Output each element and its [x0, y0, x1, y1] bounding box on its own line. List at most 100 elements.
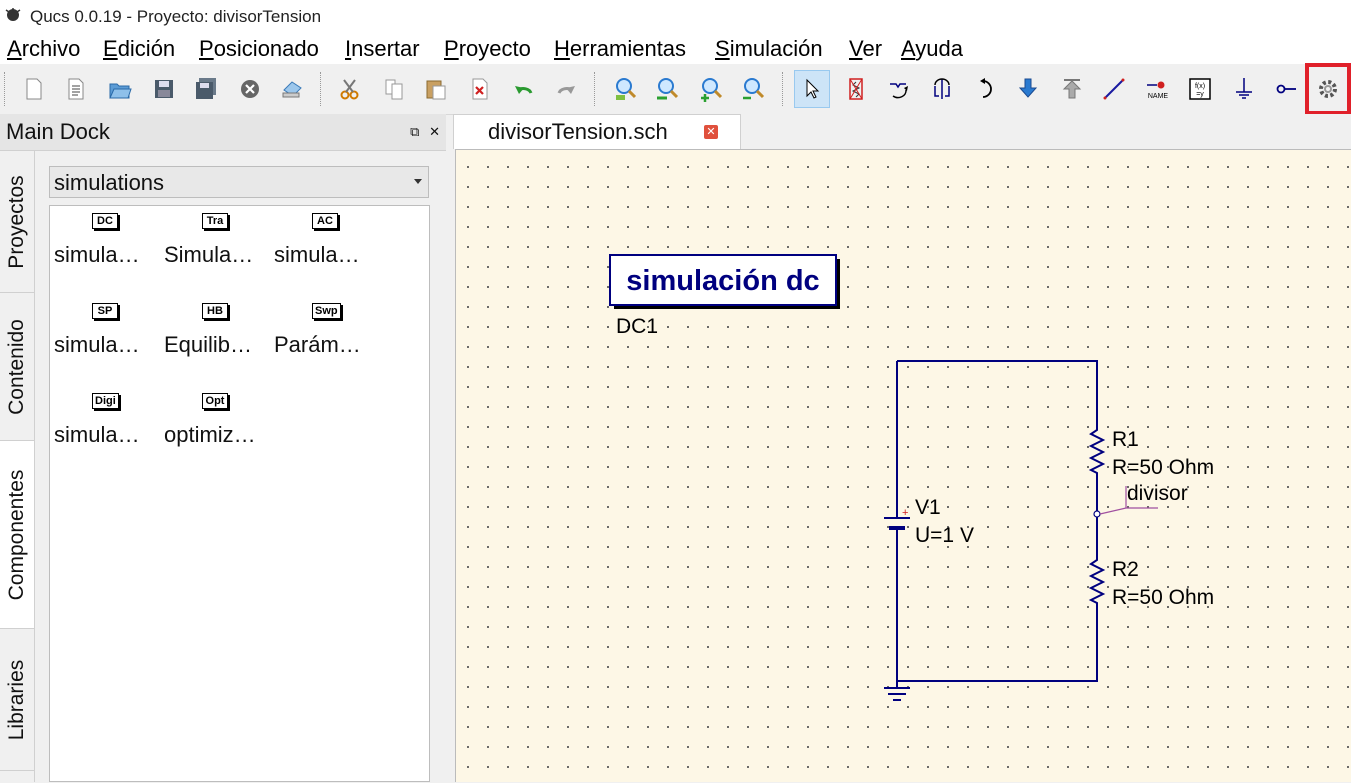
- component-label: Simula…: [164, 242, 254, 267]
- resistor-r1[interactable]: [1088, 420, 1106, 480]
- paste-icon: [426, 80, 446, 100]
- close-file-icon: [241, 80, 259, 98]
- resistor-r2[interactable]: [1088, 550, 1106, 605]
- rotate-button[interactable]: [880, 70, 916, 108]
- category-value: simulations: [54, 170, 165, 195]
- redo-icon: [557, 86, 575, 94]
- paste-button[interactable]: [418, 70, 454, 108]
- menu-posicionado[interactable]: Posicionado: [199, 36, 319, 62]
- new-file-icon: [26, 78, 42, 100]
- component-optimization[interactable]: Opt optimiz…: [160, 386, 270, 456]
- wire-icon: [1103, 78, 1125, 100]
- equation-button[interactable]: f(x) =y: [1182, 70, 1218, 108]
- save-all-button[interactable]: [188, 70, 224, 108]
- redo-button[interactable]: [548, 70, 584, 108]
- main-dock: Main Dock ⧉ ✕ Proyectos Contenido Compon…: [0, 114, 446, 782]
- open-button[interactable]: [102, 70, 138, 108]
- menu-insertar[interactable]: Insertar: [345, 36, 420, 62]
- digital-sim-icon: Digi: [92, 393, 119, 409]
- hb-sim-icon: HB: [202, 303, 228, 319]
- component-dc[interactable]: DC simula…: [50, 206, 160, 276]
- menu-ayuda[interactable]: Ayuda: [901, 36, 963, 62]
- delete-icon: [472, 78, 488, 100]
- new-text-button[interactable]: [58, 70, 94, 108]
- float-icon[interactable]: ⧉: [410, 124, 419, 139]
- tab-contenido[interactable]: Contenido: [0, 293, 34, 441]
- exit-subcircuit-icon: [1062, 79, 1082, 99]
- port-icon: [1276, 84, 1296, 94]
- tab-label: Libraries: [5, 659, 28, 740]
- component-label: Parám…: [274, 332, 361, 357]
- menu-simulacion[interactable]: Simulación: [715, 36, 823, 62]
- ground-symbol[interactable]: [884, 687, 910, 701]
- save-button[interactable]: [146, 70, 182, 108]
- sparam-sim-icon: SP: [92, 303, 118, 319]
- dock-title: Main Dock: [6, 119, 110, 144]
- component-transient[interactable]: Tra Simula…: [160, 206, 270, 276]
- dc-simulation-block[interactable]: simulación dc DC1: [609, 254, 840, 338]
- component-ac[interactable]: AC simula…: [270, 206, 380, 276]
- close-file-button[interactable]: [232, 70, 268, 108]
- port-button[interactable]: [1268, 70, 1304, 108]
- component-sparam[interactable]: SP simula…: [50, 296, 160, 366]
- schematic-canvas[interactable]: simulación dc DC1 R1 R=50 Ohm R2 R=50 Oh…: [455, 149, 1351, 782]
- component-digital[interactable]: Digi simula…: [50, 386, 160, 456]
- zoom-one-icon: [657, 78, 679, 100]
- tab-label: Contenido: [5, 318, 28, 415]
- document-tab[interactable]: divisorTension.sch ✕: [453, 114, 741, 149]
- dock-buttons: ⧉ ✕: [410, 124, 440, 140]
- component-label: simula…: [54, 242, 140, 267]
- label-button[interactable]: NAME: [1140, 70, 1176, 108]
- menu-herramientas[interactable]: Herramientas: [554, 36, 686, 62]
- save-all-icon: [196, 78, 216, 99]
- ground-button[interactable]: [1226, 70, 1262, 108]
- rotate-icon: [890, 83, 908, 99]
- highlight-box: [1305, 63, 1351, 115]
- tab-proyectos[interactable]: Proyectos: [0, 151, 34, 293]
- zoom-one-button[interactable]: [650, 70, 686, 108]
- print-button[interactable]: [274, 70, 310, 108]
- tab-componentes[interactable]: Componentes: [0, 441, 34, 629]
- mirror-y-icon: [980, 78, 992, 98]
- tab-label: Proyectos: [5, 174, 28, 269]
- toolbar: NAME f(x) =y: [0, 66, 1351, 115]
- equation-icon: f(x)=y: [1189, 78, 1211, 100]
- zoom-out-button[interactable]: [736, 70, 772, 108]
- ac-sim-icon: AC: [312, 213, 338, 229]
- zoom-in-icon: [701, 78, 723, 102]
- v1-value: U=1 V: [915, 524, 974, 547]
- wire-button[interactable]: [1096, 70, 1132, 108]
- copy-button[interactable]: [376, 70, 412, 108]
- deactivate-button[interactable]: [838, 70, 874, 108]
- cut-button[interactable]: [332, 70, 368, 108]
- exit-subcircuit-button[interactable]: [1054, 70, 1090, 108]
- zoom-in-button[interactable]: [694, 70, 730, 108]
- wire-bottom: [896, 534, 1098, 682]
- copy-icon: [385, 79, 403, 100]
- category-select[interactable]: simulations: [49, 166, 429, 198]
- mirror-y-button[interactable]: [968, 70, 1004, 108]
- component-label: simula…: [274, 242, 360, 267]
- component-hb[interactable]: HB Equilib…: [160, 296, 270, 366]
- delete-button[interactable]: [462, 70, 498, 108]
- enter-subcircuit-button[interactable]: [1010, 70, 1046, 108]
- new-file-button[interactable]: [16, 70, 52, 108]
- menu-edicion[interactable]: Edición: [103, 36, 175, 62]
- close-tab-icon[interactable]: ✕: [704, 125, 718, 139]
- close-icon[interactable]: ✕: [429, 124, 440, 139]
- sim-block-name: DC1: [616, 315, 658, 338]
- mirror-x-button[interactable]: [924, 70, 960, 108]
- component-label: simula…: [54, 332, 140, 357]
- menu-ver[interactable]: Ver: [849, 36, 882, 62]
- zoom-fit-button[interactable]: [608, 70, 644, 108]
- tab-libraries[interactable]: Libraries: [0, 629, 34, 771]
- undo-button[interactable]: [506, 70, 542, 108]
- menu-archivo[interactable]: Archivo: [7, 36, 80, 62]
- document-tab-bar: divisorTension.sch ✕: [453, 114, 1351, 149]
- component-sweep[interactable]: Swp Parám…: [270, 296, 380, 366]
- optimization-icon: Opt: [202, 393, 228, 409]
- label-icon: NAME: [1147, 81, 1168, 100]
- ground-icon: [1236, 78, 1252, 99]
- menu-proyecto[interactable]: Proyecto: [444, 36, 531, 62]
- select-button[interactable]: [794, 70, 830, 108]
